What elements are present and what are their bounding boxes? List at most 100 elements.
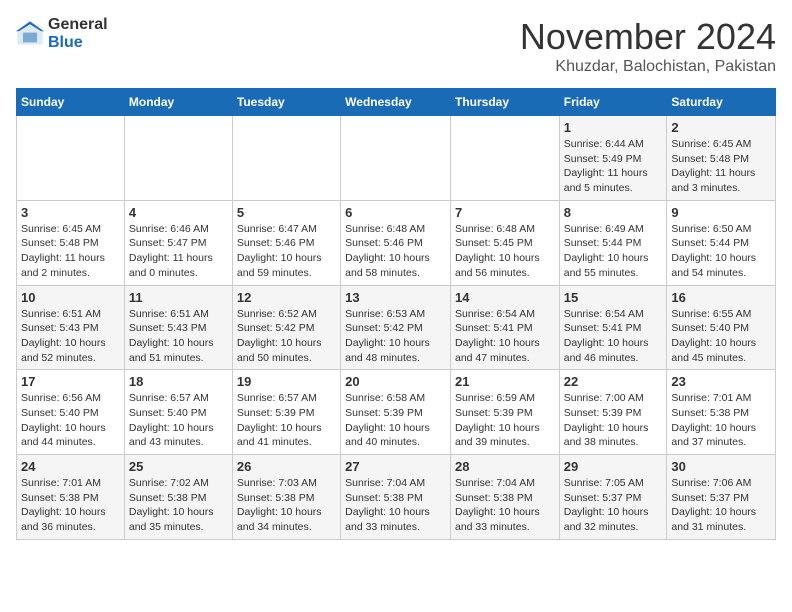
day-info: Sunrise: 7:01 AM Sunset: 5:38 PM Dayligh… xyxy=(21,476,120,535)
day-number: 10 xyxy=(21,290,120,305)
day-number: 26 xyxy=(237,459,336,474)
calendar-cell: 21Sunrise: 6:59 AM Sunset: 5:39 PM Dayli… xyxy=(450,370,559,455)
day-info: Sunrise: 7:03 AM Sunset: 5:38 PM Dayligh… xyxy=(237,476,336,535)
calendar-cell: 20 Sunrise: 6:58 AM Sunset: 5:39 PM Dayli… xyxy=(341,370,451,455)
day-info: Sunrise: 6:52 AM Sunset: 5:42 PM Dayligh… xyxy=(237,307,336,366)
calendar-cell: 17 Sunrise: 6:56 AM Sunset: 5:40 PM Dayli… xyxy=(17,370,125,455)
day-number: 19 xyxy=(237,374,336,389)
calendar-cell: 24 Sunrise: 7:01 AM Sunset: 5:38 PM Dayli… xyxy=(17,455,125,540)
calendar-body: 1 Sunrise: 6:44 AM Sunset: 5:49 PM Daylig… xyxy=(17,116,776,540)
day-info: Sunrise: 7:06 AM Sunset: 5:37 PM Dayligh… xyxy=(671,476,771,535)
day-number: 9 xyxy=(671,205,771,220)
header-monday: Monday xyxy=(124,89,232,116)
day-number: 15 xyxy=(564,290,663,305)
calendar-cell: 9 Sunrise: 6:50 AM Sunset: 5:44 PM Daylig… xyxy=(667,200,776,285)
day-info: Sunrise: 7:04 AM Sunset: 5:38 PM Dayligh… xyxy=(345,476,446,535)
calendar-cell: 10 Sunrise: 6:51 AM Sunset: 5:43 PM Dayli… xyxy=(17,285,125,370)
calendar-cell: 27 Sunrise: 7:04 AM Sunset: 5:38 PM Dayli… xyxy=(341,455,451,540)
logo-icon xyxy=(16,20,44,48)
day-number: 20 xyxy=(345,374,446,389)
day-info: Sunrise: 6:56 AM Sunset: 5:40 PM Dayligh… xyxy=(21,391,120,450)
header-row: SundayMondayTuesdayWednesdayThursdayFrid… xyxy=(17,89,776,116)
day-info: Sunrise: 7:01 AM Sunset: 5:38 PM Dayligh… xyxy=(671,391,771,450)
day-number: 27 xyxy=(345,459,446,474)
location-title: Khuzdar, Balochistan, Pakistan xyxy=(520,58,776,76)
calendar-cell: 4Sunrise: 6:46 AM Sunset: 5:47 PM Daylig… xyxy=(124,200,232,285)
day-number: 1 xyxy=(564,120,663,135)
header-thursday: Thursday xyxy=(450,89,559,116)
day-number: 16 xyxy=(671,290,771,305)
logo-general-text: General xyxy=(48,16,108,34)
calendar-cell: 29 Sunrise: 7:05 AM Sunset: 5:37 PM Dayli… xyxy=(559,455,667,540)
day-info: Sunrise: 6:57 AM Sunset: 5:40 PM Dayligh… xyxy=(129,391,228,450)
header-wednesday: Wednesday xyxy=(341,89,451,116)
calendar-cell xyxy=(17,116,125,201)
calendar-cell: 8 Sunrise: 6:49 AM Sunset: 5:44 PM Daylig… xyxy=(559,200,667,285)
day-info: Sunrise: 6:53 AM Sunset: 5:42 PM Dayligh… xyxy=(345,307,446,366)
calendar-header: SundayMondayTuesdayWednesdayThursdayFrid… xyxy=(17,89,776,116)
calendar-cell: 2 Sunrise: 6:45 AM Sunset: 5:48 PM Daylig… xyxy=(667,116,776,201)
day-number: 13 xyxy=(345,290,446,305)
day-number: 25 xyxy=(129,459,228,474)
day-number: 11 xyxy=(129,290,228,305)
calendar-cell: 13 Sunrise: 6:53 AM Sunset: 5:42 PM Dayli… xyxy=(341,285,451,370)
day-number: 8 xyxy=(564,205,663,220)
logo-text: General Blue xyxy=(48,16,108,51)
calendar-cell: 22Sunrise: 7:00 AM Sunset: 5:39 PM Dayli… xyxy=(559,370,667,455)
day-number: 6 xyxy=(345,205,446,220)
calendar-cell: 12Sunrise: 6:52 AM Sunset: 5:42 PM Dayli… xyxy=(232,285,340,370)
day-number: 29 xyxy=(564,459,663,474)
day-number: 18 xyxy=(129,374,228,389)
day-info: Sunrise: 6:54 AM Sunset: 5:41 PM Dayligh… xyxy=(564,307,663,366)
header: General Blue November 2024 Khuzdar, Balo… xyxy=(16,16,776,76)
calendar-cell: 1 Sunrise: 6:44 AM Sunset: 5:49 PM Daylig… xyxy=(559,116,667,201)
calendar-cell: 28 Sunrise: 7:04 AM Sunset: 5:38 PM Dayli… xyxy=(450,455,559,540)
day-info: Sunrise: 6:48 AM Sunset: 5:46 PM Dayligh… xyxy=(345,222,446,281)
day-number: 24 xyxy=(21,459,120,474)
day-info: Sunrise: 7:04 AM Sunset: 5:38 PM Dayligh… xyxy=(455,476,555,535)
day-number: 28 xyxy=(455,459,555,474)
day-number: 23 xyxy=(671,374,771,389)
day-number: 3 xyxy=(21,205,120,220)
calendar-table: SundayMondayTuesdayWednesdayThursdayFrid… xyxy=(16,88,776,540)
calendar-cell: 14Sunrise: 6:54 AM Sunset: 5:41 PM Dayli… xyxy=(450,285,559,370)
logo: General Blue xyxy=(16,16,108,51)
calendar-cell: 18 Sunrise: 6:57 AM Sunset: 5:40 PM Dayli… xyxy=(124,370,232,455)
calendar-row: 24 Sunrise: 7:01 AM Sunset: 5:38 PM Dayli… xyxy=(17,455,776,540)
calendar-cell xyxy=(124,116,232,201)
month-title: November 2024 xyxy=(520,16,776,58)
calendar-cell: 23 Sunrise: 7:01 AM Sunset: 5:38 PM Dayli… xyxy=(667,370,776,455)
calendar-cell: 6 Sunrise: 6:48 AM Sunset: 5:46 PM Daylig… xyxy=(341,200,451,285)
day-info: Sunrise: 6:50 AM Sunset: 5:44 PM Dayligh… xyxy=(671,222,771,281)
day-info: Sunrise: 6:51 AM Sunset: 5:43 PM Dayligh… xyxy=(21,307,120,366)
day-info: Sunrise: 6:54 AM Sunset: 5:41 PM Dayligh… xyxy=(455,307,555,366)
calendar-cell xyxy=(450,116,559,201)
calendar-row: 3Sunrise: 6:45 AM Sunset: 5:48 PM Daylig… xyxy=(17,200,776,285)
day-info: Sunrise: 6:59 AM Sunset: 5:39 PM Dayligh… xyxy=(455,391,555,450)
logo-blue-text: Blue xyxy=(48,34,108,52)
calendar-cell xyxy=(341,116,451,201)
calendar-row: 10 Sunrise: 6:51 AM Sunset: 5:43 PM Dayli… xyxy=(17,285,776,370)
header-saturday: Saturday xyxy=(667,89,776,116)
calendar-cell: 30 Sunrise: 7:06 AM Sunset: 5:37 PM Dayli… xyxy=(667,455,776,540)
calendar-cell: 11 Sunrise: 6:51 AM Sunset: 5:43 PM Dayli… xyxy=(124,285,232,370)
day-number: 2 xyxy=(671,120,771,135)
day-info: Sunrise: 6:46 AM Sunset: 5:47 PM Dayligh… xyxy=(129,222,228,281)
day-number: 30 xyxy=(671,459,771,474)
calendar-cell: 7Sunrise: 6:48 AM Sunset: 5:45 PM Daylig… xyxy=(450,200,559,285)
header-friday: Friday xyxy=(559,89,667,116)
calendar-cell: 5Sunrise: 6:47 AM Sunset: 5:46 PM Daylig… xyxy=(232,200,340,285)
day-info: Sunrise: 6:49 AM Sunset: 5:44 PM Dayligh… xyxy=(564,222,663,281)
calendar-row: 17 Sunrise: 6:56 AM Sunset: 5:40 PM Dayli… xyxy=(17,370,776,455)
day-info: Sunrise: 7:00 AM Sunset: 5:39 PM Dayligh… xyxy=(564,391,663,450)
day-info: Sunrise: 6:44 AM Sunset: 5:49 PM Dayligh… xyxy=(564,137,663,196)
day-info: Sunrise: 6:51 AM Sunset: 5:43 PM Dayligh… xyxy=(129,307,228,366)
day-info: Sunrise: 7:05 AM Sunset: 5:37 PM Dayligh… xyxy=(564,476,663,535)
day-info: Sunrise: 6:55 AM Sunset: 5:40 PM Dayligh… xyxy=(671,307,771,366)
calendar-row: 1 Sunrise: 6:44 AM Sunset: 5:49 PM Daylig… xyxy=(17,116,776,201)
header-sunday: Sunday xyxy=(17,89,125,116)
calendar-cell xyxy=(232,116,340,201)
day-info: Sunrise: 6:45 AM Sunset: 5:48 PM Dayligh… xyxy=(671,137,771,196)
day-info: Sunrise: 6:58 AM Sunset: 5:39 PM Dayligh… xyxy=(345,391,446,450)
day-number: 17 xyxy=(21,374,120,389)
